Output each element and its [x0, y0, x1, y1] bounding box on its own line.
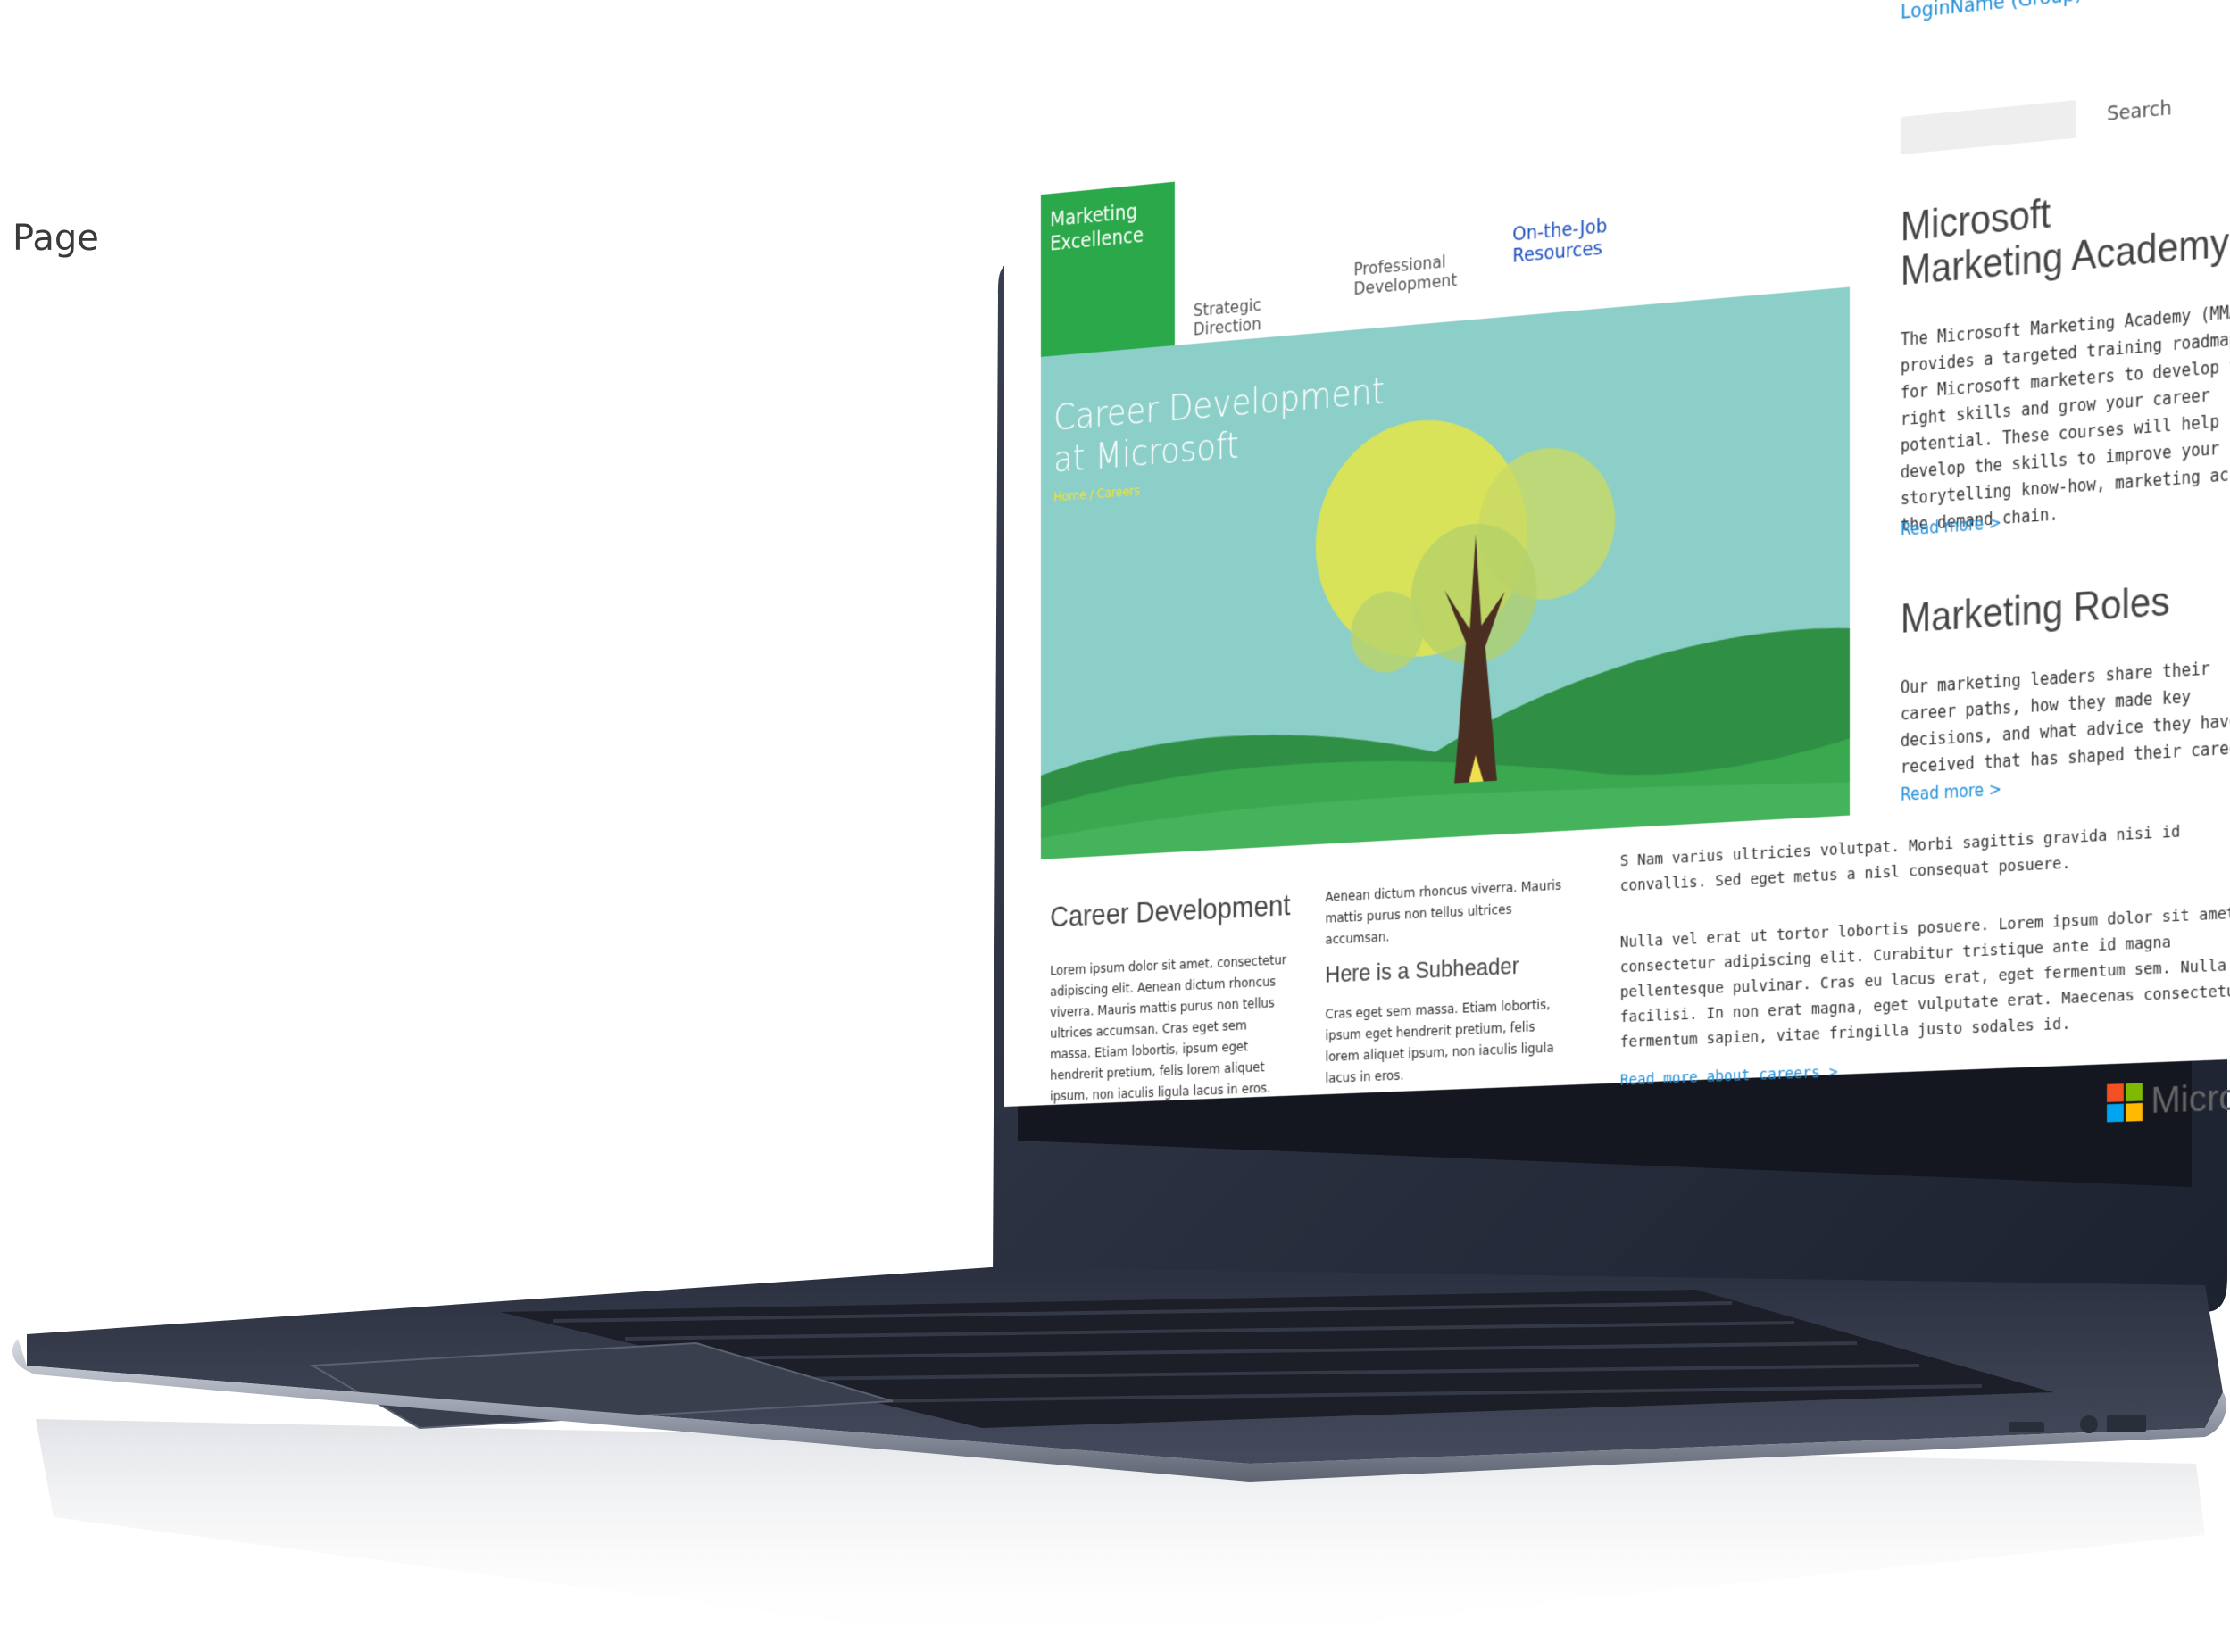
nav-item-on-the-job-resources[interactable]: On-the-Job Resources: [1512, 214, 1620, 268]
microsoft-logo: Microsoft: [2107, 1074, 2230, 1125]
screen-viewport: LoginName (Group) Search Marketing Excel…: [1004, 0, 2230, 1147]
nav-item-strategic-direction[interactable]: Strategic Direction: [1194, 294, 1278, 340]
subheader: Here is a Subheader: [1325, 951, 1519, 988]
column2-text: Aenean dictum rhoncus viverra. Mauris ma…: [1325, 876, 1562, 948]
academy-text: The Microsoft Marketing Academy (MMA) pr…: [1900, 301, 2230, 535]
roles-title: Marketing Roles: [1900, 577, 2170, 642]
search-input[interactable]: [1900, 100, 2076, 155]
brand-tile[interactable]: Marketing Excellence: [1040, 181, 1175, 357]
microsoft-logo-icon: [2107, 1082, 2143, 1122]
nav-item-professional-development[interactable]: Professional Development: [1353, 250, 1469, 299]
column1-text: Lorem ipsum dolor sit amet, consectetur …: [1050, 951, 1287, 1104]
login-menu[interactable]: LoginName (Group): [1901, 0, 2113, 24]
microsoft-logo-word: Microsoft: [2151, 1074, 2230, 1122]
roles-text: Our marketing leaders share their career…: [1900, 658, 2230, 777]
hero-banner: Career Development at Microsoft Home / C…: [1040, 286, 1851, 859]
roles-read-more-link[interactable]: Read more >: [1901, 779, 2001, 805]
login-name: LoginName (Group): [1900, 0, 2083, 25]
career-development-heading: Career Development: [1050, 888, 1291, 934]
web-page: LoginName (Group) Search Marketing Excel…: [1004, 0, 2230, 1122]
tree-illustration: [1040, 286, 1851, 859]
column2-text2: Cras eget sem massa. Etiam lobortis, ips…: [1325, 995, 1554, 1086]
careers-read-more-link[interactable]: Read more about careers >: [1620, 1064, 1838, 1090]
column3-text2: Nulla vel erat ut tortor lobortis posuer…: [1619, 904, 2230, 1052]
column3-text: S Nam varius ultricies volutpat. Morbi s…: [1619, 823, 2181, 895]
search-button[interactable]: Search: [2107, 96, 2172, 126]
academy-title: Microsoft Marketing Academy: [1901, 176, 2229, 294]
